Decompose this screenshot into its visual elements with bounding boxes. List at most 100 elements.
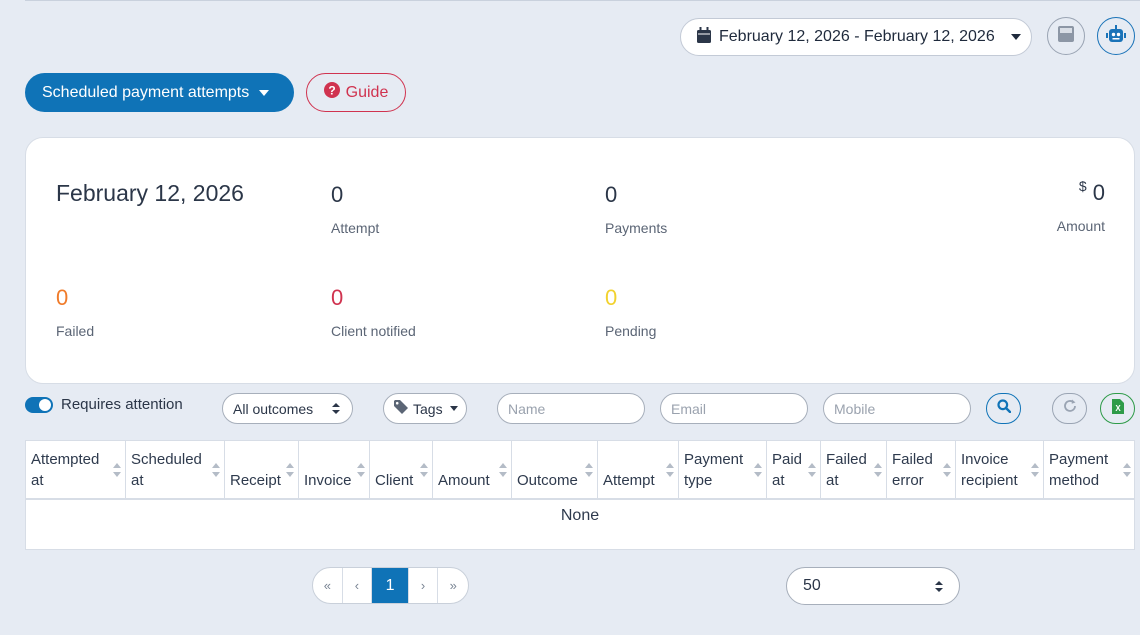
summary-card: February 12, 2026 0 Attempt 0 Payments $…: [25, 137, 1135, 384]
pagination: « ‹ 1 › »: [312, 567, 469, 604]
calculator-button[interactable]: [1047, 17, 1085, 55]
column-header[interactable]: Invoice recipient: [956, 441, 1044, 498]
svg-text:X: X: [1115, 404, 1121, 413]
stat-amount-label: Amount: [1056, 218, 1105, 234]
sort-icon: [754, 463, 762, 477]
search-icon: [996, 399, 1011, 418]
tag-icon: [394, 400, 408, 417]
robot-icon: [1106, 24, 1126, 48]
toggle-knob: [39, 399, 51, 411]
column-header[interactable]: Failed at: [821, 441, 887, 498]
stat-client-notified-value: 0: [331, 285, 344, 310]
column-header-line2: at: [31, 472, 44, 489]
sort-icon: [286, 463, 294, 477]
column-header-line2: at: [826, 472, 839, 489]
column-header-line2: Amount: [438, 472, 490, 489]
requires-attention-toggle[interactable]: [25, 397, 53, 413]
summary-date: February 12, 2026: [56, 180, 244, 206]
chevron-down-icon: [1010, 34, 1021, 40]
report-type-label: Scheduled payment attempts: [42, 83, 250, 101]
payment-attempts-table: Attempted at Scheduled at Receipt Invoice Clie…: [25, 440, 1135, 550]
requires-attention-label: Requires attention: [61, 396, 183, 413]
column-header[interactable]: Amount: [433, 441, 512, 498]
stat-pending: 0 Pending: [605, 285, 656, 339]
column-header[interactable]: Attempt: [598, 441, 679, 498]
sort-icon: [1123, 463, 1131, 477]
export-excel-button[interactable]: X: [1100, 393, 1135, 424]
column-header-line2: recipient: [961, 472, 1018, 489]
column-header[interactable]: Payment type: [679, 441, 767, 498]
assistant-button[interactable]: [1097, 17, 1135, 55]
per-page-value: 50: [803, 577, 821, 594]
calculator-icon: [1058, 25, 1074, 47]
date-range-picker[interactable]: February 12, 2026 - February 12, 2026: [680, 18, 1032, 56]
guide-label: Guide: [345, 83, 389, 101]
column-header[interactable]: Scheduled at: [126, 441, 225, 498]
sort-icon: [808, 463, 816, 477]
search-button[interactable]: [986, 393, 1021, 424]
tags-dropdown[interactable]: Tags: [383, 393, 467, 424]
svg-text:?: ?: [328, 84, 335, 98]
column-header-line2: Attempt: [603, 472, 655, 489]
column-header-line2: method: [1049, 472, 1100, 489]
stat-amount-value: 0: [1092, 180, 1105, 205]
column-header[interactable]: Client: [370, 441, 433, 498]
table-header: Attempted at Scheduled at Receipt Invoice Clie…: [26, 441, 1134, 500]
stat-failed-value: 0: [56, 285, 69, 310]
refresh-button[interactable]: [1052, 393, 1087, 424]
mobile-input[interactable]: [823, 393, 971, 424]
column-header[interactable]: Receipt: [225, 441, 299, 498]
sort-icon: [1031, 463, 1039, 477]
column-header-line2: Receipt: [230, 472, 281, 489]
top-divider: [25, 0, 1140, 2]
question-circle-icon: ?: [323, 82, 340, 103]
name-input[interactable]: [497, 393, 645, 424]
refresh-icon: [1062, 398, 1078, 419]
column-header-line2: Invoice: [304, 472, 352, 489]
stat-pending-value: 0: [605, 285, 618, 310]
stat-attempt-label: Attempt: [331, 220, 380, 236]
sort-icon: [874, 463, 882, 477]
column-header-line2: at: [772, 472, 785, 489]
prev-page-button[interactable]: ‹: [343, 568, 373, 603]
tags-label: Tags: [413, 400, 443, 417]
guide-button[interactable]: ? Guide: [306, 73, 406, 112]
column-header[interactable]: Outcome: [512, 441, 598, 498]
sort-icon: [499, 463, 507, 477]
stat-attempt: 0 Attempt: [331, 182, 379, 236]
date-range-label: February 12, 2026 - February 12, 2026: [719, 28, 995, 45]
chevron-down-icon: [259, 89, 270, 96]
sort-icon: [420, 463, 428, 477]
email-input[interactable]: [660, 393, 808, 424]
column-header[interactable]: Failed error: [887, 441, 956, 498]
sort-icon: [943, 463, 951, 477]
sort-icon: [113, 463, 121, 477]
outcomes-select[interactable]: All outcomes: [222, 393, 353, 424]
report-type-dropdown[interactable]: Scheduled payment attempts: [25, 73, 294, 112]
sort-icon: [585, 463, 593, 477]
stat-payments-label: Payments: [605, 220, 668, 236]
per-page-select[interactable]: 50: [786, 567, 960, 605]
column-header[interactable]: Paid at: [767, 441, 821, 498]
stat-amount: $ 0 Amount: [1056, 178, 1105, 234]
column-header-line2: error: [892, 472, 924, 489]
column-header-line2: Client: [375, 472, 414, 489]
stat-payments-value: 0: [605, 182, 618, 207]
column-header[interactable]: Payment method: [1044, 441, 1135, 498]
empty-table-message: None: [560, 507, 600, 524]
currency-symbol: $: [1078, 178, 1087, 194]
next-page-button[interactable]: ›: [409, 568, 439, 603]
page-1-button[interactable]: 1: [372, 568, 409, 603]
chevron-down-icon: [449, 406, 458, 411]
sort-arrows-icon: [935, 580, 943, 592]
sort-icon: [212, 463, 220, 477]
column-header-line2: Outcome: [517, 472, 578, 489]
first-page-button[interactable]: «: [313, 568, 343, 603]
outcomes-select-value: All outcomes: [233, 400, 314, 417]
stat-attempt-value: 0: [331, 182, 344, 207]
column-header[interactable]: Invoice: [299, 441, 370, 498]
last-page-button[interactable]: »: [438, 568, 468, 603]
column-header[interactable]: Attempted at: [26, 441, 126, 498]
excel-icon: X: [1111, 398, 1124, 419]
stat-failed-label: Failed: [56, 323, 95, 339]
